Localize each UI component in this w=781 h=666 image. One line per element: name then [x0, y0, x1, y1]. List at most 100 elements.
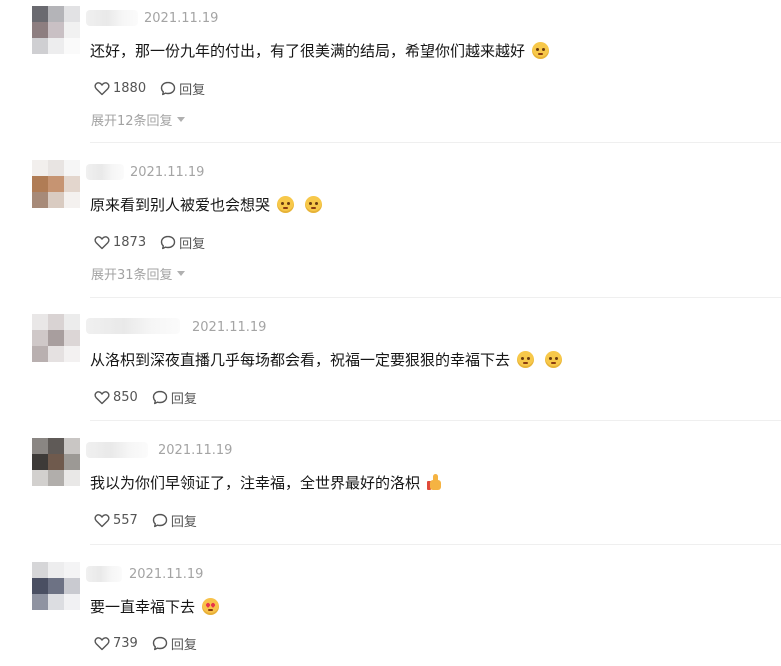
username-blurred[interactable]	[86, 442, 148, 458]
avatar-mosaic-cell	[32, 470, 48, 486]
avatar-mosaic-cell	[32, 22, 48, 38]
avatar-mosaic-cell	[48, 192, 64, 208]
avatar-mosaic-cell	[32, 454, 48, 470]
reply-button[interactable]: 回复	[152, 388, 197, 407]
avatar-mosaic-cell	[48, 38, 64, 54]
expand-replies-label: 展开31条回复	[91, 268, 173, 283]
reply-label: 回复	[170, 515, 197, 530]
reply-button[interactable]: 回复	[160, 233, 205, 252]
heart-eyes-face-icon	[202, 598, 220, 615]
pleading-face-icon	[277, 196, 295, 213]
divider	[90, 544, 781, 545]
avatar-mosaic-cell	[48, 562, 64, 578]
comment-text: 还好，那一份九年的付出，有了很美满的结局，希望你们越来越好	[90, 40, 550, 61]
comment-date: 2021.11.19	[144, 11, 219, 26]
avatar-mosaic-cell	[64, 594, 80, 610]
username-blurred[interactable]	[86, 566, 122, 582]
comment-bubble-icon	[152, 636, 168, 651]
avatar-mosaic-cell	[64, 314, 80, 330]
comment-actions: 850 回复	[94, 388, 211, 407]
avatar-mosaic-cell	[32, 594, 48, 610]
avatar-mosaic-cell	[48, 438, 64, 454]
username-blurred[interactable]	[86, 318, 180, 334]
comment-text-content: 原来看到别人被爱也会想哭	[90, 196, 271, 214]
avatar-mosaic-cell	[48, 454, 64, 470]
avatar-mosaic-cell	[32, 314, 48, 330]
reply-button[interactable]: 回复	[152, 511, 197, 530]
like-count: 557	[113, 513, 138, 528]
avatar-mosaic-cell	[32, 438, 48, 454]
comment-text: 原来看到别人被爱也会想哭	[90, 194, 323, 215]
like-button[interactable]: 739	[94, 636, 138, 651]
reply-button[interactable]: 回复	[152, 634, 197, 653]
comment-bubble-icon	[152, 390, 168, 405]
avatar[interactable]	[32, 562, 80, 610]
reply-label: 回复	[170, 638, 197, 653]
comment-date: 2021.11.19	[130, 165, 205, 180]
heart-icon	[94, 391, 110, 405]
comment-actions: 557 回复	[94, 511, 211, 530]
heart-icon	[94, 236, 110, 250]
caret-down-icon	[176, 117, 185, 122]
avatar-mosaic-cell	[32, 6, 48, 22]
like-button[interactable]: 1880	[94, 81, 146, 96]
avatar-mosaic-cell	[48, 6, 64, 22]
like-button[interactable]: 850	[94, 390, 138, 405]
avatar[interactable]	[32, 6, 80, 54]
avatar-mosaic-cell	[64, 330, 80, 346]
comment-bubble-icon	[160, 235, 176, 250]
avatar[interactable]	[32, 314, 80, 362]
reply-button[interactable]: 回复	[160, 79, 205, 98]
avatar-mosaic-cell	[48, 346, 64, 362]
avatar-mosaic-cell	[48, 594, 64, 610]
comment-text-content: 从洛枳到深夜直播几乎每场都会看，祝福一定要狠狠的幸福下去	[90, 351, 511, 369]
avatar[interactable]	[32, 160, 80, 208]
avatar-mosaic-cell	[64, 454, 80, 470]
avatar[interactable]	[32, 438, 80, 486]
avatar-mosaic-cell	[32, 176, 48, 192]
avatar-mosaic-cell	[64, 438, 80, 454]
expand-replies-link[interactable]: 展开31条回复	[91, 264, 185, 283]
comment-actions: 1880 回复	[94, 79, 219, 98]
heart-icon	[94, 514, 110, 528]
avatar-mosaic-cell	[64, 22, 80, 38]
comment-bubble-icon	[152, 513, 168, 528]
comment-bubble-icon	[160, 81, 176, 96]
like-count: 1880	[113, 81, 147, 96]
comment-date: 2021.11.19	[192, 320, 267, 335]
avatar-mosaic-cell	[64, 346, 80, 362]
comment-text: 从洛枳到深夜直播几乎每场都会看，祝福一定要狠狠的幸福下去	[90, 349, 563, 370]
comment-date: 2021.11.19	[158, 443, 233, 458]
like-button[interactable]: 557	[94, 513, 138, 528]
comment-text-content: 还好，那一份九年的付出，有了很美满的结局，希望你们越来越好	[90, 42, 526, 60]
avatar-mosaic-cell	[64, 562, 80, 578]
username-blurred[interactable]	[86, 10, 138, 26]
avatar-mosaic-cell	[48, 330, 64, 346]
avatar-mosaic-cell	[48, 160, 64, 176]
avatar-mosaic-cell	[32, 562, 48, 578]
reply-label: 回复	[170, 392, 197, 407]
divider	[90, 420, 781, 421]
divider	[90, 142, 781, 143]
avatar-mosaic-cell	[64, 176, 80, 192]
pleading-face-icon	[545, 351, 563, 368]
reply-label: 回复	[179, 237, 206, 252]
avatar-mosaic-cell	[64, 192, 80, 208]
heart-icon	[94, 637, 110, 651]
avatar-mosaic-cell	[64, 160, 80, 176]
comment-actions: 1873 回复	[94, 233, 219, 252]
like-button[interactable]: 1873	[94, 235, 146, 250]
avatar-mosaic-cell	[64, 470, 80, 486]
pleading-face-icon	[517, 351, 535, 368]
username-blurred[interactable]	[86, 164, 124, 180]
avatar-mosaic-cell	[64, 6, 80, 22]
comment-text: 我以为你们早领证了，注幸福，全世界最好的洛枳	[90, 472, 443, 493]
expand-replies-label: 展开12条回复	[91, 114, 173, 129]
avatar-mosaic-cell	[48, 176, 64, 192]
caret-down-icon	[176, 271, 185, 276]
avatar-mosaic-cell	[64, 38, 80, 54]
like-count: 850	[113, 390, 138, 405]
avatar-mosaic-cell	[64, 578, 80, 594]
avatar-mosaic-cell	[48, 470, 64, 486]
expand-replies-link[interactable]: 展开12条回复	[91, 110, 185, 129]
